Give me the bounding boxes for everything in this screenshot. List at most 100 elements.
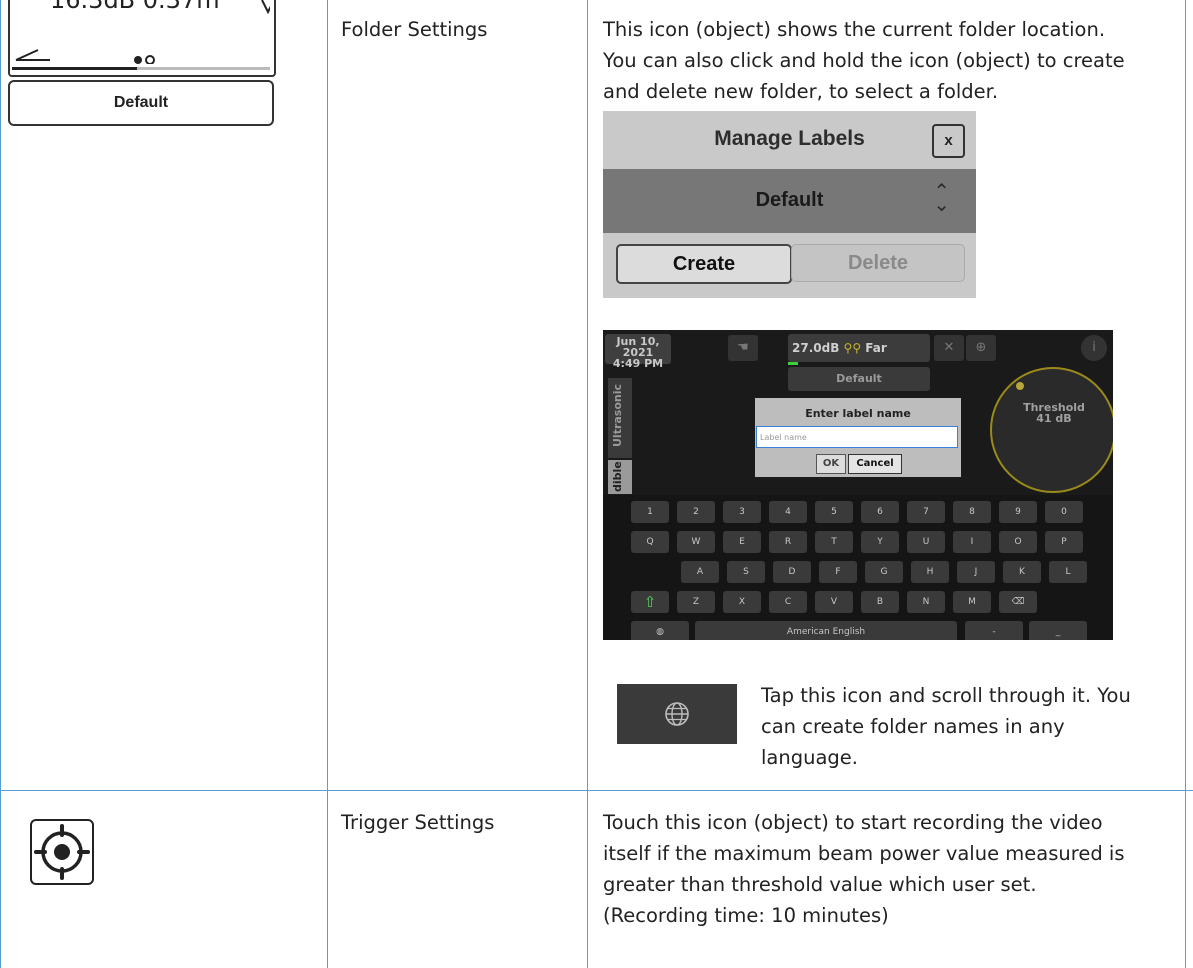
key-1-7[interactable]: I: [953, 531, 991, 553]
folder-select[interactable]: Default ⌃ ⌄: [603, 169, 976, 233]
folder-settings-desc-line-1: This icon (object) shows the current fol…: [603, 18, 1106, 41]
key-1-9[interactable]: P: [1045, 531, 1083, 553]
default-folder-button[interactable]: Default: [8, 80, 274, 126]
globe-note-line-2: can create folder names in any: [761, 715, 1065, 738]
globe-key[interactable]: ◍: [631, 621, 689, 640]
mic-distance-icon: ⚲⚲: [843, 341, 862, 355]
underscore-key[interactable]: _: [1029, 621, 1087, 640]
table-border-right: [1185, 0, 1186, 968]
key-3-1[interactable]: Z: [677, 591, 715, 613]
mute-icon[interactable]: ✕: [934, 335, 964, 361]
time-text: 4:49 PM: [612, 357, 664, 370]
key-1-0[interactable]: Q: [631, 531, 669, 553]
key-2-6[interactable]: J: [957, 561, 995, 583]
key-2-4[interactable]: G: [865, 561, 903, 583]
key-2-5[interactable]: H: [911, 561, 949, 583]
target-icon[interactable]: ⊕: [966, 335, 996, 361]
date-text: Jun 10, 2021: [616, 335, 660, 359]
measurement-display[interactable]: 27.0dB ⚲⚲ Far: [788, 334, 930, 362]
table-row-divider: [0, 790, 1193, 791]
key-0-4[interactable]: 5: [815, 501, 853, 523]
key-2-0[interactable]: A: [681, 561, 719, 583]
key-0-9[interactable]: 0: [1045, 501, 1083, 523]
key-2-8[interactable]: L: [1049, 561, 1087, 583]
label-name-input[interactable]: Label name: [756, 426, 958, 448]
key-2-1[interactable]: S: [727, 561, 765, 583]
tab-audible-label: dible: [611, 461, 624, 492]
dash-key[interactable]: -: [965, 621, 1023, 640]
distance-value: Far: [865, 341, 887, 355]
manage-labels-title: Manage Labels: [714, 127, 865, 150]
measurement-value: 27.0dB: [792, 341, 840, 355]
key-1-3[interactable]: R: [769, 531, 807, 553]
device-screenshot: Jun 10, 2021 4:49 PM ☚ 27.0dB ⚲⚲ Far ✕ ⊕…: [603, 330, 1113, 640]
globe-icon: [665, 702, 689, 726]
enter-label-title: Enter label name: [805, 407, 911, 420]
trigger-desc-line-4: (Recording time: 10 minutes): [603, 904, 889, 927]
enter-label-dialog: Enter label name Label name OK Cancel: [755, 398, 961, 477]
trigger-desc-line-1: Touch this icon (object) to start record…: [603, 811, 1103, 834]
create-button[interactable]: Create: [616, 244, 792, 284]
globe-note-line-3: language.: [761, 746, 858, 769]
threshold-value: 41 dB: [1036, 412, 1072, 425]
key-0-7[interactable]: 8: [953, 501, 991, 523]
folder-settings-title: Folder Settings: [341, 18, 488, 41]
key-3-4[interactable]: V: [815, 591, 853, 613]
key-0-0[interactable]: 1: [631, 501, 669, 523]
delete-button[interactable]: Delete: [791, 244, 965, 282]
key-3-7[interactable]: M: [953, 591, 991, 613]
key-0-6[interactable]: 7: [907, 501, 945, 523]
key-3-5[interactable]: B: [861, 591, 899, 613]
key-3-2[interactable]: X: [723, 591, 761, 613]
key-2-7[interactable]: K: [1003, 561, 1041, 583]
key-0-3[interactable]: 4: [769, 501, 807, 523]
up-down-chevron-icon: ⌃ ⌄: [933, 181, 950, 216]
measurement-widget-graphic: 16.3dB 0.37m: [15, 0, 270, 64]
close-button[interactable]: x: [932, 124, 965, 158]
key-1-2[interactable]: E: [723, 531, 761, 553]
globe-note-line-1: Tap this icon and scroll through it. You: [761, 684, 1131, 707]
table-col-divider-2: [587, 0, 588, 968]
key-1-8[interactable]: O: [999, 531, 1037, 553]
tab-ultrasonic-label: Ultrasonic: [611, 383, 624, 447]
trigger-desc-line-3: greater than threshold value which user …: [603, 873, 1037, 896]
key-1-1[interactable]: W: [677, 531, 715, 553]
device-folder-button[interactable]: Default: [788, 367, 930, 391]
measurement-widget: 16.3dB 0.37m: [8, 0, 276, 77]
key-0-1[interactable]: 2: [677, 501, 715, 523]
level-indicator: [788, 362, 798, 365]
manage-labels-dialog: Manage Labels x Default ⌃ ⌄ Create Delete: [603, 111, 976, 298]
measurement-widget-text: 16.3dB 0.37m: [50, 0, 220, 14]
table-col-divider-1: [327, 0, 328, 968]
key-2-2[interactable]: D: [773, 561, 811, 583]
key-3-0[interactable]: ⇧: [631, 591, 669, 613]
key-3-3[interactable]: C: [769, 591, 807, 613]
measurement-bar-fill: [12, 67, 137, 70]
key-0-2[interactable]: 3: [723, 501, 761, 523]
folder-settings-desc-line-2: You can also click and hold the icon (ob…: [603, 49, 1125, 72]
info-icon[interactable]: i: [1081, 335, 1107, 361]
key-3-8[interactable]: ⌫: [999, 591, 1037, 613]
key-1-4[interactable]: T: [815, 531, 853, 553]
key-3-6[interactable]: N: [907, 591, 945, 613]
ok-button[interactable]: OK: [816, 454, 846, 474]
cancel-button[interactable]: Cancel: [848, 454, 902, 474]
key-1-6[interactable]: U: [907, 531, 945, 553]
hand-icon[interactable]: ☚: [728, 335, 758, 361]
folder-settings-desc-line-3: and delete new folder, to select a folde…: [603, 80, 999, 103]
folder-select-label: Default: [755, 189, 824, 211]
threshold-dot: [1016, 382, 1024, 390]
key-1-5[interactable]: Y: [861, 531, 899, 553]
language-globe-button[interactable]: [617, 684, 737, 744]
trigger-settings-title: Trigger Settings: [341, 811, 495, 834]
space-key[interactable]: American English: [695, 621, 957, 640]
key-2-3[interactable]: F: [819, 561, 857, 583]
key-0-8[interactable]: 9: [999, 501, 1037, 523]
on-screen-keyboard: 1 2 3 4 5 6 7 8 9 0 Q W E R T Y U I O P A S D F G H J K L ⇧ Z X C V B N M ⌫ ◍ A…: [603, 495, 1113, 640]
key-0-5[interactable]: 6: [861, 501, 899, 523]
trigger-desc-line-2: itself if the maximum beam power value m…: [603, 842, 1125, 865]
threshold-dial[interactable]: [990, 367, 1113, 493]
threshold-text: Threshold 41 dB: [995, 402, 1113, 424]
trigger-icon: [30, 819, 94, 885]
datetime-display: Jun 10, 2021 4:49 PM: [605, 334, 671, 369]
